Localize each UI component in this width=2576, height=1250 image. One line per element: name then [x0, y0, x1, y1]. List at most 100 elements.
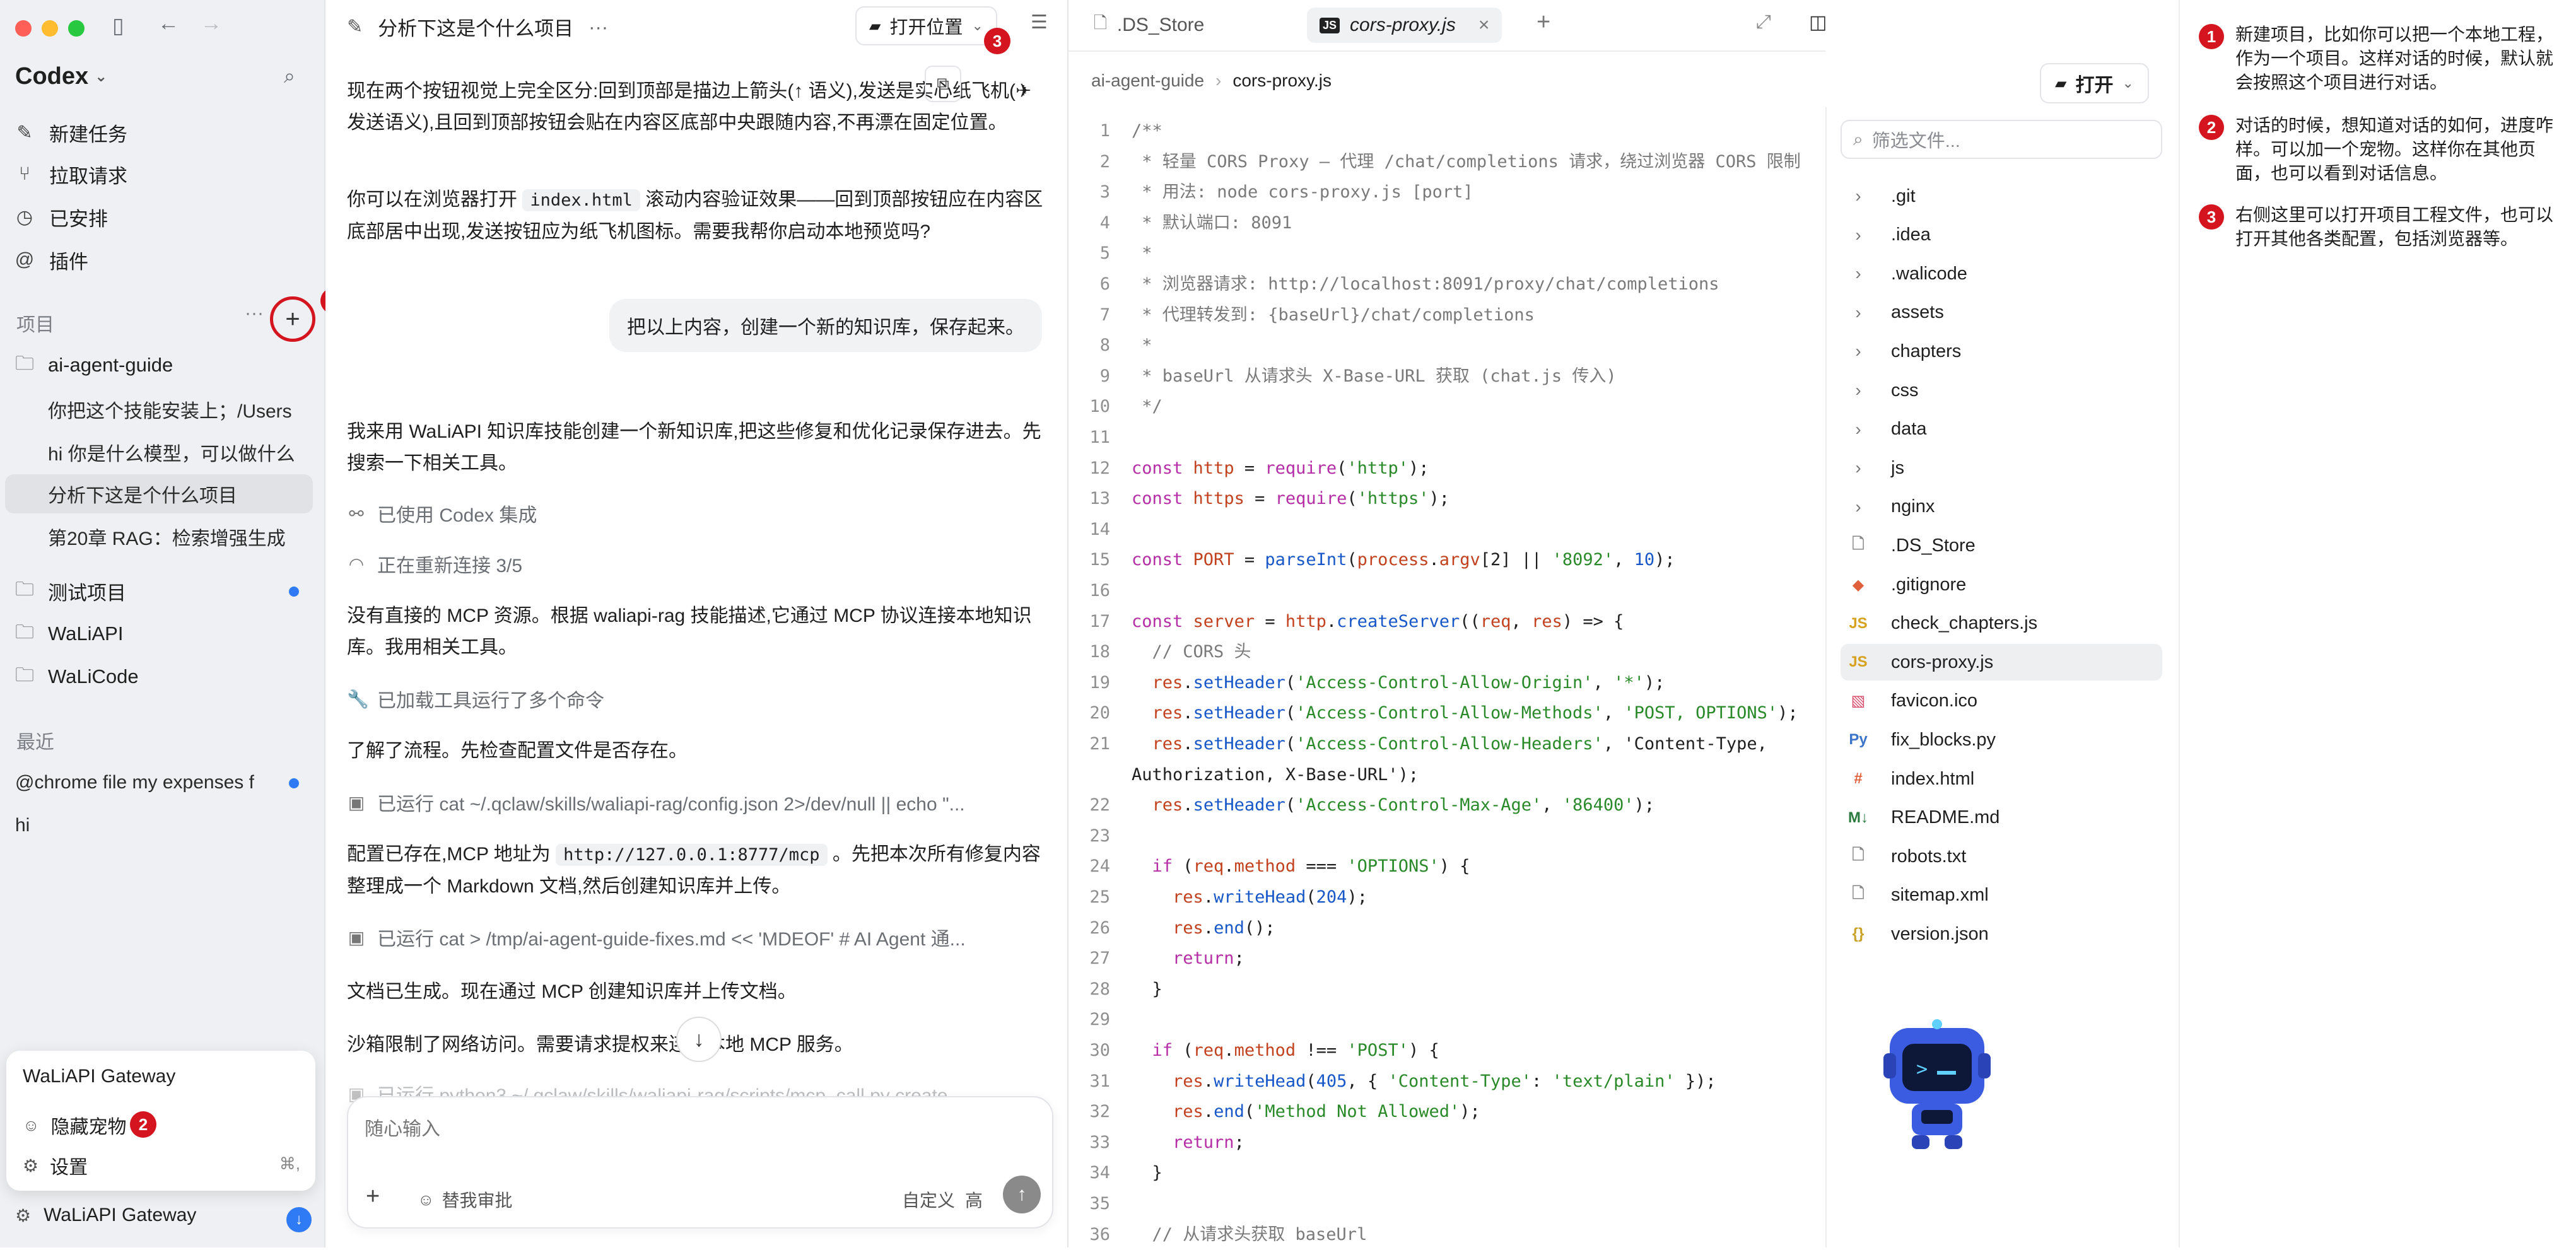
code-line[interactable]: 7 * 代理转发到: {baseUrl}/chat/completions [1068, 300, 1535, 330]
code-line[interactable]: 26 res.end(); [1068, 913, 1275, 943]
list-icon[interactable]: ☰ [1031, 11, 1048, 33]
add-project-button[interactable]: + [270, 296, 315, 342]
code-line[interactable]: 29 [1068, 1005, 1132, 1035]
code-line[interactable]: 9 * baseUrl 从请求头 X-Base-URL 获取 (chat.js … [1068, 361, 1617, 392]
file-item[interactable]: # index.html [1841, 761, 2162, 797]
app-switcher[interactable]: Codex ⌄ [15, 63, 107, 90]
file-item[interactable]: JS cors-proxy.js [1841, 644, 2162, 681]
tool-call-line[interactable]: ⚯ 已使用 Codex 集成 [347, 499, 537, 527]
folder-item[interactable]: › .idea [1841, 217, 2162, 254]
expand-icon[interactable]: ⤢ [1756, 11, 1771, 33]
code-line[interactable]: 16 [1068, 576, 1132, 606]
code-line[interactable]: 1/** [1068, 116, 1162, 146]
code-line[interactable]: 2 * 轻量 CORS Proxy — 代理 /chat/completions… [1068, 147, 1801, 177]
file-item[interactable]: 🗋 sitemap.xml [1841, 877, 2162, 914]
nav-pull-requests[interactable]: ⑂ 拉取请求 [14, 155, 127, 193]
robot-pet-icon[interactable]: > [1877, 1015, 1997, 1154]
folder-item[interactable]: › data [1841, 411, 2162, 448]
thread-item[interactable]: 第20章 RAG：检索增强生成 [48, 517, 300, 556]
breadcrumb-item[interactable]: cors-proxy.js [1232, 71, 1332, 91]
file-item[interactable]: 🗋 robots.txt [1841, 838, 2162, 875]
nav-scheduled[interactable]: ◷ 已安排 [14, 198, 108, 236]
open-with-button[interactable]: ▰ 打开 ⌄ [2040, 63, 2149, 103]
file-item[interactable]: M↓ README.md [1841, 800, 2162, 836]
search-icon[interactable]: ⌕ [284, 66, 295, 86]
filter-files-input[interactable]: ⌕ 筛选文件... [1841, 120, 2162, 159]
thread-item[interactable]: 你把这个技能安装上；/Users [48, 390, 300, 429]
project-ai-agent-guide[interactable]: 🗀 ai-agent-guide [14, 346, 173, 385]
code-line[interactable]: 17 const server = http.createServer((req,… [1068, 607, 1624, 637]
code-line[interactable]: 31 res.writeHead(405, { 'Content-Type': … [1068, 1066, 1716, 1097]
code-line[interactable]: 15 const PORT = parseInt(process.argv[2] … [1068, 545, 1675, 575]
approval-toggle[interactable]: ☺ 替我审批 [418, 1187, 513, 1212]
code-line[interactable]: 20 res.setHeader('Access-Control-Allow-M… [1068, 698, 1798, 728]
copy-icon[interactable]: ⧉ [925, 66, 961, 102]
folder-item[interactable]: › chapters [1841, 333, 2162, 370]
code-line[interactable]: 11 [1068, 423, 1132, 453]
open-location-button[interactable]: ▰ 打开位置 ⌄ [855, 6, 997, 45]
tab-cors-proxy[interactable]: JS cors-proxy.js × [1307, 8, 1502, 43]
message-input[interactable] [363, 1111, 1034, 1148]
code-line[interactable]: 34 } [1068, 1158, 1162, 1188]
folder-item[interactable]: › .walicode [1841, 255, 2162, 292]
model-selector[interactable]: 自定义 高 [902, 1187, 983, 1212]
file-item[interactable]: ▧ favicon.ico [1841, 683, 2162, 720]
gateway-footer[interactable]: ⚙ WaLiAPI Gateway [15, 1205, 196, 1226]
code-line[interactable]: 4 * 默认端口: 8091 [1068, 208, 1292, 238]
recent-item[interactable]: hi [15, 806, 280, 845]
file-item[interactable]: Py fix_blocks.py [1841, 721, 2162, 758]
code-line[interactable]: 13 const https = require('https'); [1068, 484, 1449, 514]
project-test[interactable]: 🗀 测试项目 [14, 571, 126, 610]
code-line[interactable]: 18 // CORS 头 [1068, 637, 1251, 667]
recent-item[interactable]: @chrome file my expenses f [15, 763, 280, 802]
attach-plus-icon[interactable]: + [366, 1183, 380, 1210]
maximize-window-button[interactable] [68, 20, 85, 37]
project-waliapi[interactable]: 🗀 WaLiAPI [14, 614, 123, 653]
code-line[interactable]: 23 [1068, 821, 1132, 851]
code-line[interactable]: 33 return; [1068, 1128, 1244, 1158]
nav-plugins[interactable]: @ 插件 [14, 241, 88, 279]
code-line[interactable]: 12 const http = require('http'); [1068, 453, 1429, 484]
code-line[interactable]: 19 res.setHeader('Access-Control-Allow-O… [1068, 668, 1665, 698]
code-line[interactable]: 5 * [1068, 238, 1152, 269]
code-line[interactable]: 35 [1068, 1189, 1132, 1219]
file-item[interactable]: ◆ .gitignore [1841, 566, 2162, 603]
folder-item[interactable]: › css [1841, 372, 2162, 409]
new-tab-plus-icon[interactable]: + [1537, 9, 1550, 36]
more-icon[interactable]: ··· [245, 303, 264, 324]
close-tab-icon[interactable]: × [1478, 15, 1490, 36]
file-item[interactable]: {} version.json [1841, 916, 2162, 952]
close-window-button[interactable] [15, 20, 32, 37]
scroll-to-bottom-button[interactable]: ↓ [676, 1017, 722, 1062]
folder-item[interactable]: › nginx [1841, 489, 2162, 525]
tool-call-line[interactable]: ◠ 正在重新连接 3/5 [347, 550, 522, 578]
code-line[interactable]: 3 * 用法: node cors-proxy.js [port] [1068, 177, 1473, 207]
settings-item[interactable]: ⚙ 设置 [23, 1152, 88, 1179]
folder-item[interactable]: › assets [1841, 295, 2162, 331]
hide-pet-item[interactable]: ☺ 隐藏宠物 [23, 1111, 127, 1139]
code-line[interactable]: 28 } [1068, 974, 1162, 1005]
send-button[interactable]: ↑ [1003, 1176, 1041, 1213]
code-line[interactable]: 30 if (req.method !== 'POST') { [1068, 1036, 1439, 1066]
folder-item[interactable]: › js [1841, 450, 2162, 486]
tab-ds-store[interactable]: 🗋 .DS_Store [1081, 8, 1217, 43]
thread-item[interactable]: hi 你是什么模型，可以做什么 [48, 433, 300, 472]
code-line[interactable]: 36 // 从请求头获取 baseUrl [1068, 1220, 1367, 1250]
folder-item[interactable]: › .git [1841, 178, 2162, 214]
nav-new-task[interactable]: ✎ 新建任务 [14, 114, 127, 151]
minimize-window-button[interactable] [42, 20, 58, 37]
download-icon[interactable]: ↓ [286, 1207, 312, 1232]
code-line[interactable]: 32 res.end('Method Not Allowed'); [1068, 1097, 1480, 1127]
tool-call-line[interactable]: 🔧 已加载工具运行了多个命令 [347, 685, 604, 713]
project-walicode[interactable]: 🗀 WaLiCode [14, 657, 139, 696]
code-line[interactable]: Authorization, X-Base-URL'); [1068, 760, 1419, 790]
more-menu-button[interactable]: ··· [588, 16, 608, 38]
thread-item-active[interactable]: 分析下这是个什么项目 [5, 474, 313, 513]
breadcrumb-item[interactable]: ai-agent-guide [1091, 71, 1204, 91]
back-arrow-icon[interactable]: ← [158, 13, 179, 34]
tool-call-line[interactable]: ▣ 已运行 cat ~/.qclaw/skills/waliapi-rag/co… [347, 788, 965, 816]
code-line[interactable]: 6 * 浏览器请求: http://localhost:8091/proxy/c… [1068, 269, 1719, 300]
panel-toggle-icon[interactable]: ◫ [1809, 11, 1827, 33]
code-line[interactable]: 27 return; [1068, 943, 1244, 974]
file-item[interactable]: 🗋 .DS_Store [1841, 527, 2162, 564]
